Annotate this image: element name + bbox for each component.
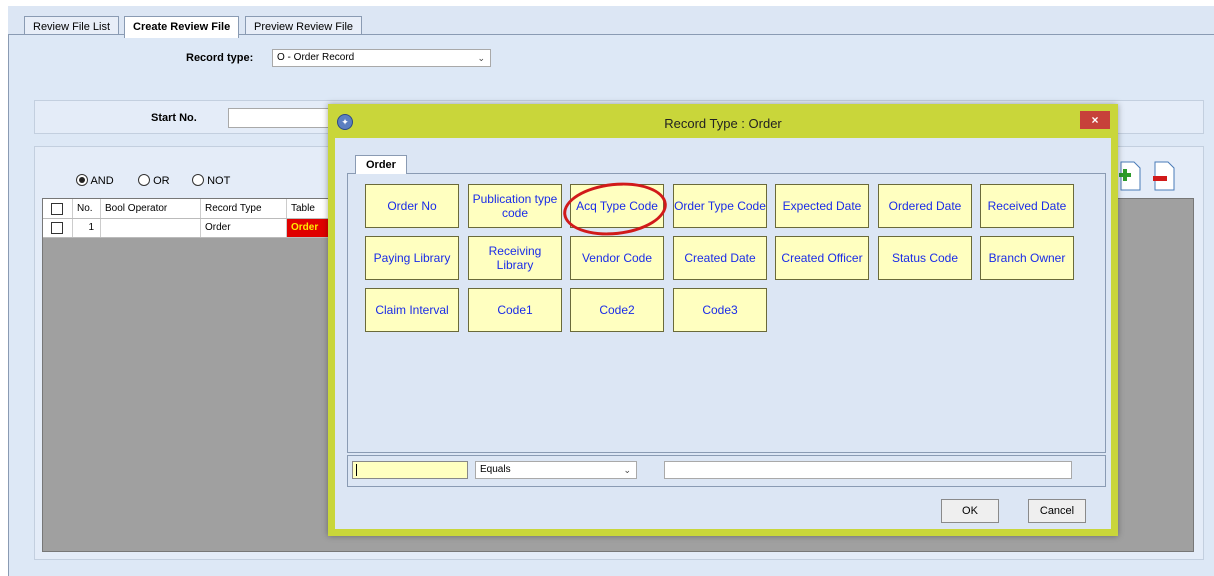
text-cursor <box>356 464 357 476</box>
radio-or-label: OR <box>153 175 170 187</box>
field-button-code1[interactable]: Code1 <box>468 288 562 332</box>
table-row[interactable]: 1 Order Order <box>43 219 343 238</box>
record-type-select[interactable]: O - Order Record ⌄ <box>272 49 491 67</box>
field-button-order-no[interactable]: Order No <box>365 184 459 228</box>
field-value-input[interactable] <box>352 461 468 479</box>
dialog-title: Record Type : Order <box>664 116 782 131</box>
radio-checked-icon <box>76 174 88 186</box>
record-type-value: O - Order Record <box>277 52 355 63</box>
tab-order[interactable]: Order <box>355 155 407 174</box>
field-button-status-code[interactable]: Status Code <box>878 236 972 280</box>
field-button-created-officer[interactable]: Created Officer <box>775 236 869 280</box>
header-record-type: Record Type <box>201 199 287 218</box>
header-no: No. <box>73 199 101 218</box>
add-document-icon[interactable] <box>1118 161 1142 191</box>
radio-or[interactable]: OR <box>138 174 170 187</box>
grid-header: No. Bool Operator Record Type Table <box>43 199 343 219</box>
field-button-expected-date[interactable]: Expected Date <box>775 184 869 228</box>
cancel-button[interactable]: Cancel <box>1028 499 1086 523</box>
cell-record-type: Order <box>201 219 287 237</box>
radio-and[interactable]: AND <box>76 174 114 187</box>
field-button-ordered-date[interactable]: Ordered Date <box>878 184 972 228</box>
remove-document-icon[interactable] <box>1152 161 1176 191</box>
start-no-label: Start No. <box>151 112 197 124</box>
field-button-created-date[interactable]: Created Date <box>673 236 767 280</box>
field-button-receiving-library[interactable]: Receiving Library <box>468 236 562 280</box>
radio-unchecked-icon <box>138 174 150 186</box>
start-no-input[interactable] <box>228 108 330 128</box>
field-button-claim-interval[interactable]: Claim Interval <box>365 288 459 332</box>
chevron-down-icon: ⌄ <box>623 465 631 475</box>
tab-strip: Review File List Create Review File Prev… <box>8 6 1214 38</box>
operator-value: Equals <box>480 464 511 475</box>
checkbox-icon <box>51 222 63 234</box>
cell-bool-operator <box>101 219 201 237</box>
field-button-paying-library[interactable]: Paying Library <box>365 236 459 280</box>
condition-bar: Equals ⌄ <box>347 455 1106 487</box>
record-type-label: Record type: <box>186 52 254 64</box>
field-button-branch-owner[interactable]: Branch Owner <box>980 236 1074 280</box>
condition-value-input[interactable] <box>664 461 1072 479</box>
radio-and-label: AND <box>90 175 114 187</box>
field-button-vendor-code[interactable]: Vendor Code <box>570 236 664 280</box>
field-button-order-type-code[interactable]: Order Type Code <box>673 184 767 228</box>
checkbox-icon <box>51 203 63 215</box>
field-button-publication-type-code[interactable]: Publication type code <box>468 184 562 228</box>
chevron-down-icon: ⌄ <box>477 53 485 63</box>
radio-not[interactable]: NOT <box>192 174 230 187</box>
cell-no: 1 <box>73 219 101 237</box>
tab-create-review-file[interactable]: Create Review File <box>124 16 240 38</box>
ok-button[interactable]: OK <box>941 499 999 523</box>
field-button-received-date[interactable]: Received Date <box>980 184 1074 228</box>
field-button-code2[interactable]: Code2 <box>570 288 664 332</box>
row-checkbox[interactable] <box>43 219 73 237</box>
field-button-code3[interactable]: Code3 <box>673 288 767 332</box>
operator-select[interactable]: Equals ⌄ <box>475 461 637 479</box>
header-select-checkbox[interactable] <box>43 199 73 218</box>
radio-unchecked-icon <box>192 174 204 186</box>
close-icon[interactable]: × <box>1080 111 1110 129</box>
header-bool-operator: Bool Operator <box>101 199 201 218</box>
radio-not-label: NOT <box>207 175 231 187</box>
